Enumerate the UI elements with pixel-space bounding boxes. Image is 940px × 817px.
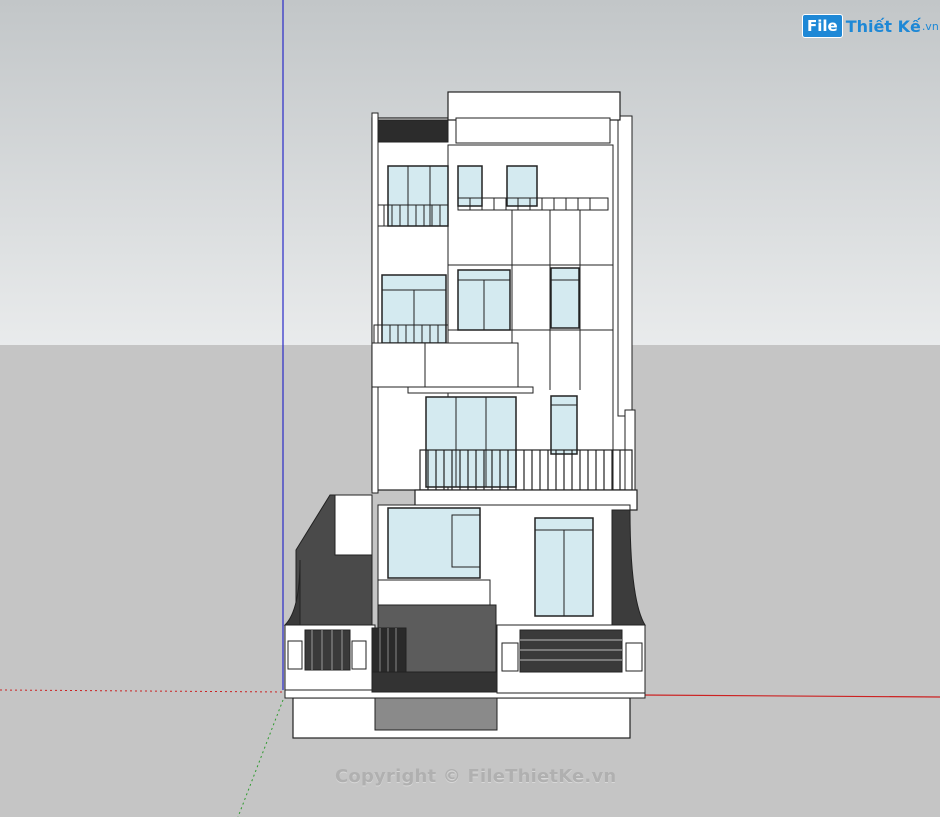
logo-tld: .vn — [921, 19, 939, 33]
window-4f-right — [506, 165, 538, 207]
logo-badge: File — [802, 14, 843, 38]
roof-parapet-left — [371, 119, 449, 143]
window-4f-left — [387, 165, 449, 227]
filethietke-logo: File Thiết Kế .vn — [802, 12, 939, 40]
front-steps — [519, 629, 623, 673]
sketchup-viewport[interactable]: File Thiết Kế .vn Copyright © FileThietK… — [0, 0, 940, 817]
driveway-ramp — [371, 671, 498, 693]
roof-slab-left — [371, 112, 379, 494]
red-axis-dotted — [0, 689, 286, 693]
right-curved-wall — [611, 509, 646, 626]
red-axis — [639, 694, 940, 698]
gate-left — [304, 629, 351, 671]
logo-name: Thiết Kế — [845, 16, 921, 36]
right-side-column — [617, 115, 633, 417]
slab-3f — [371, 342, 519, 388]
garage-header — [377, 579, 491, 606]
window-2f-main — [425, 396, 517, 488]
roof-frame — [447, 91, 621, 121]
foundation-step — [374, 697, 498, 731]
roof-frame-inner — [455, 117, 611, 144]
sill-2f — [407, 386, 534, 394]
window-3f-right — [550, 267, 580, 329]
green-axis-dotted — [237, 699, 284, 817]
building-model[interactable] — [0, 0, 940, 817]
copyright-watermark: Copyright © FileThietKe.vn — [335, 766, 617, 787]
